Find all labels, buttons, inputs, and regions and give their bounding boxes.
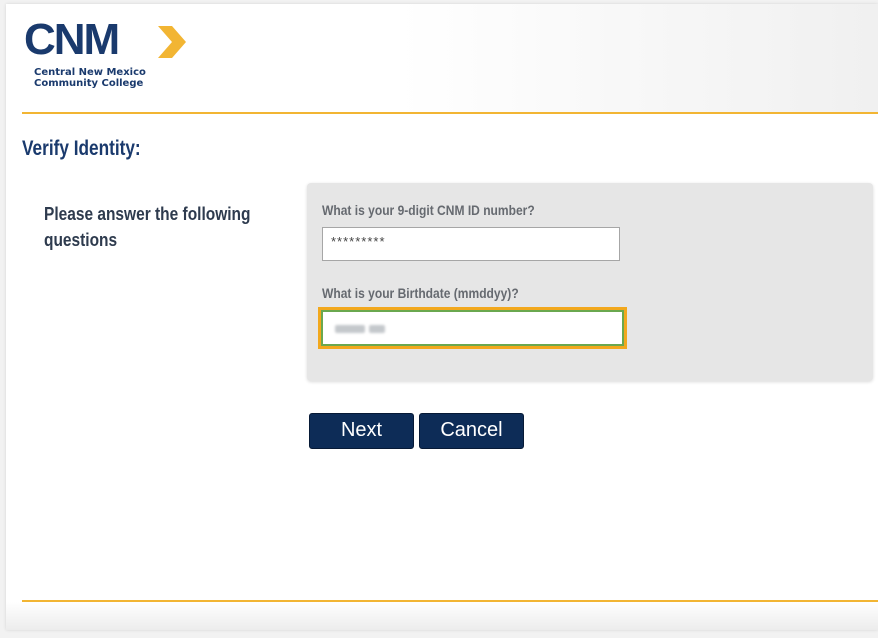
birthdate-question-label: What is your Birthdate (mmddyy)? — [322, 285, 519, 301]
birthdate-focus-ring — [318, 307, 627, 349]
page: CNM Central New Mexico Community College… — [6, 4, 878, 630]
id-question-label: What is your 9-digit CNM ID number? — [322, 202, 535, 218]
logo-subtitle-line2: Community College — [34, 78, 144, 89]
cnm-id-input[interactable]: ********* — [322, 227, 620, 261]
redacted-value — [369, 325, 385, 333]
instructions-text: Please answer the following questions — [44, 204, 251, 250]
birthdate-input[interactable] — [321, 310, 624, 346]
logo-subtitle: Central New Mexico Community College — [34, 67, 184, 89]
next-button[interactable]: Next — [309, 413, 414, 449]
cancel-button[interactable]: Cancel — [419, 413, 524, 449]
identity-form-panel: What is your 9-digit CNM ID number? ****… — [307, 183, 873, 381]
header-divider — [22, 112, 878, 114]
logo-wordmark: CNM — [24, 15, 120, 64]
cnm-logo: CNM Central New Mexico Community College — [24, 18, 194, 98]
logo-subtitle-line1: Central New Mexico — [34, 67, 146, 78]
footer — [6, 602, 878, 630]
logo-chevron-icon — [158, 26, 186, 58]
header: CNM Central New Mexico Community College — [6, 4, 878, 112]
page-title: Verify Identity: — [22, 137, 141, 160]
redacted-value — [335, 325, 365, 333]
